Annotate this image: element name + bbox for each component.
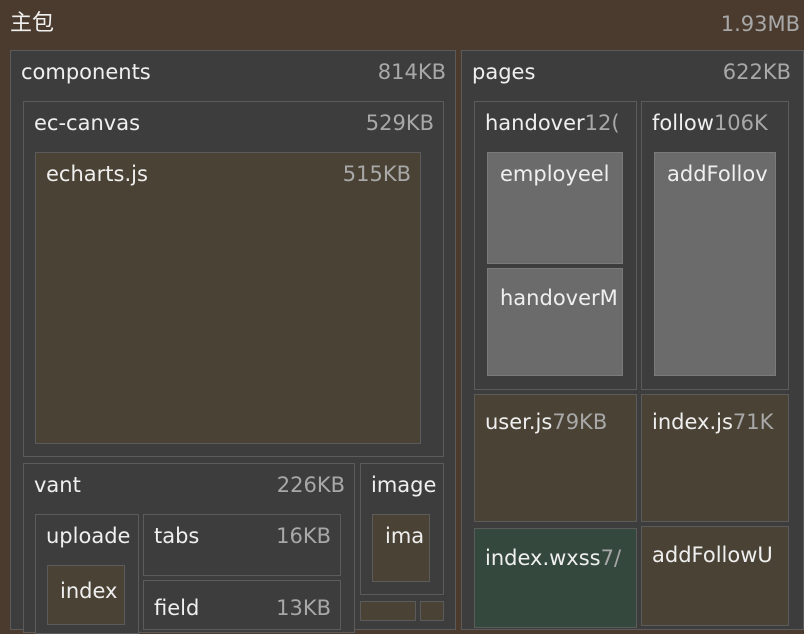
uploader-index-label: index [60,579,118,603]
tabs-block[interactable]: tabs 16KB [143,514,341,576]
vant-label: vant [34,473,81,497]
addFollowU-label: addFollowU [652,543,773,567]
follow-name: follow [652,111,714,135]
user-js-block[interactable]: user.js79KB [474,394,637,522]
small-block-a[interactable] [360,601,416,621]
field-label: field [154,596,200,620]
follow-size: 106K [713,111,768,135]
index-wxss-block[interactable]: index.wxss7/ [474,528,637,628]
tabs-size: 16KB [276,524,331,548]
components-label: components [21,60,151,84]
handover-label: handover12( [485,110,620,136]
user-js-size: 79KB [552,410,608,434]
root-package-label: 主包 [10,11,55,36]
pages-label: pages [472,60,536,84]
follow-label: follow106K [652,110,768,136]
addFollow-block[interactable]: addFollov [654,152,776,376]
pages-size: 622KB [722,60,791,84]
components-size: 814KB [377,60,446,84]
image-child-label: ima [385,524,425,548]
handover-name: handover [485,111,585,135]
echarts-js-label: echarts.js [46,162,148,186]
field-size: 13KB [276,596,331,620]
tabs-label: tabs [154,524,200,548]
index-wxss-label: index.wxss7/ [485,545,621,571]
small-block-b[interactable] [420,601,444,621]
echarts-js-size: 515KB [342,162,411,186]
uploader-index-block[interactable]: index [47,565,125,625]
index-js-label: index.js71K [652,409,773,435]
employee-block[interactable]: employeel [487,152,623,264]
ec-canvas-label: ec-canvas [34,111,141,135]
handover-size: 12( [584,111,620,135]
index-wxss-size: 7/ [600,546,622,570]
vant-size: 226KB [276,473,345,497]
addFollow-label: addFollov [667,162,768,186]
image-label: image [371,473,437,497]
uploader-label: uploade [46,524,131,548]
echarts-js-block[interactable]: echarts.js 515KB [35,152,421,444]
ec-canvas-size: 529KB [365,111,434,135]
index-js-name: index.js [652,410,733,434]
employee-label: employeel [500,162,610,186]
index-js-size: 71K [732,410,774,434]
index-js-block[interactable]: index.js71K [641,394,789,522]
field-block[interactable]: field 13KB [143,580,341,630]
handoverM-block[interactable]: handoverM [487,268,623,376]
user-js-label: user.js79KB [485,409,607,435]
index-wxss-name: index.wxss [485,546,601,570]
addFollowU-block[interactable]: addFollowU [641,526,789,626]
root-package-size: 1.93MB [720,12,800,36]
handoverM-label: handoverM [500,286,618,310]
image-child-block[interactable]: ima [372,514,430,582]
user-js-name: user.js [485,410,553,434]
